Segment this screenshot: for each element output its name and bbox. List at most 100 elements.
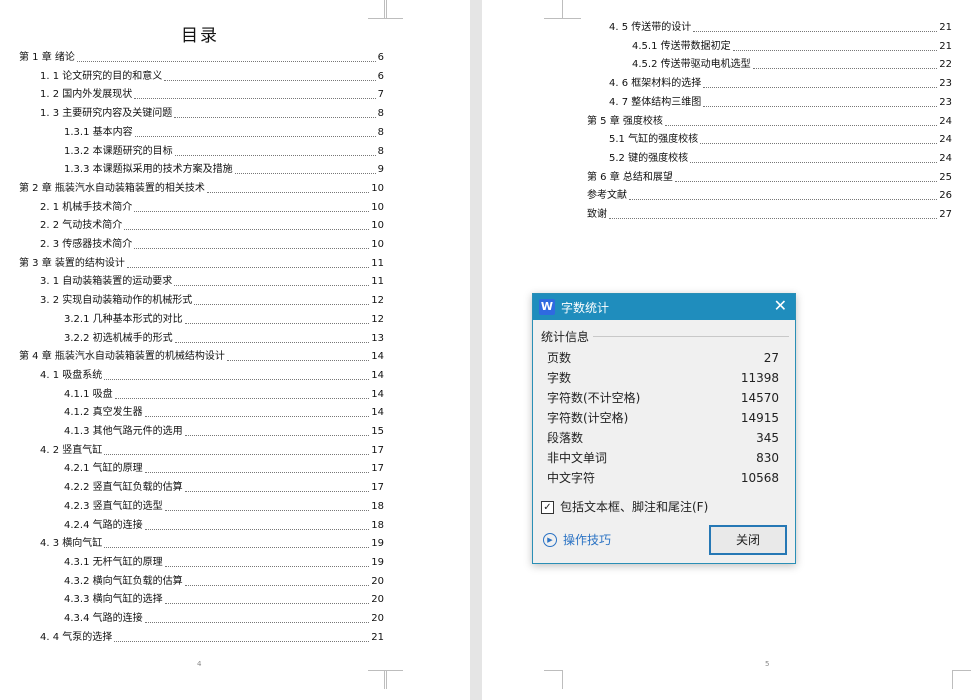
toc-entry-page: 10 [371,239,384,250]
toc-entry[interactable]: 1. 3 主要研究内容及关键问题 8 [40,107,384,121]
toc-entry[interactable]: 4.2.1 气缸的原理 17 [64,462,384,476]
dot-leader [76,61,376,62]
toc-entry-page: 6 [377,70,384,82]
toc-entry[interactable]: 4. 7 整体结构三维图 23 [609,96,952,110]
toc-entry[interactable]: 1.3.2 本课题研究的目标 8 [64,145,384,159]
toc-entry[interactable]: 4.2.2 竖直气缸负载的估算 17 [64,481,384,495]
include-checkbox[interactable]: ✓ [541,500,554,514]
toc-entry[interactable]: 参考文献 26 [587,189,952,203]
toc-entry[interactable]: 2. 1 机械手技术简介 10 [40,201,384,215]
toc-entry-title: 1.3.2 本课题研究的目标 [64,145,173,157]
toc-entry[interactable]: 2. 2 气动技术简介 10 [40,219,384,233]
crop-mark [544,670,563,689]
toc-entry-page: 26 [939,190,952,202]
toc-entry[interactable]: 4. 2 竖直气缸 17 [40,444,384,458]
toc-entry[interactable]: 1. 2 国内外发展现状 7 [40,88,384,102]
toc-entry[interactable]: 4. 1 吸盘系统 14 [40,369,384,383]
toc-entry-title: 4.3.3 横向气缸的选择 [64,594,163,606]
toc-entry[interactable]: 1.3.1 基本内容 8 [64,126,384,140]
toc-entry[interactable]: 4.2.3 竖直气缸的选型 18 [64,500,384,514]
toc-entry[interactable]: 3. 1 自动装箱装置的运动要求 11 [40,275,384,289]
toc-entry[interactable]: 4. 6 框架材料的选择 23 [609,77,952,91]
toc-entry[interactable]: 第 4 章 瓶装汽水自动装箱装置的机械结构设计 14 [19,350,384,364]
toc-entry-page: 17 [371,482,384,494]
toc-entry-title: 4. 6 框架材料的选择 [609,78,702,90]
toc-entry[interactable]: 4.1.1 吸盘 14 [64,388,384,402]
toc-entry-page: 10 [371,182,384,194]
toc-entry-title: 5.1 气缸的强度校核 [609,134,699,146]
toc-entry[interactable]: 1. 1 论文研究的目的和意义 6 [40,70,384,84]
toc-entry[interactable]: 4. 4 气泵的选择 21 [40,631,384,645]
dot-leader [144,472,370,474]
toc-entry[interactable]: 4.3.1 无杆气缸的原理 19 [64,556,384,570]
toc-entry[interactable]: 2. 3 传感器技术简介 10 [40,238,384,252]
toc-entry[interactable]: 3.2.1 几种基本形式的对比 12 [64,313,384,327]
toc-entry-title: 4.2.3 竖直气缸的选型 [64,500,163,512]
toc-entry[interactable]: 4.1.2 真空发生器 14 [64,406,384,420]
toc-entry[interactable]: 第 2 章 瓶装汽水自动装箱装置的相关技术 10 [19,182,384,196]
dot-leader [732,49,938,51]
toc-entry-page: 8 [377,108,384,120]
toc-entry[interactable]: 第 3 章 装置的结构设计 11 [19,257,384,271]
dot-leader [104,547,370,549]
close-button[interactable]: 关闭 [709,525,787,555]
toc-entry[interactable]: 4. 5 传送带的设计 21 [609,21,952,35]
toc-entry[interactable]: 第 6 章 总结和展望 25 [587,171,952,185]
toc-entry-title: 3. 1 自动装箱装置的运动要求 [40,276,173,288]
stat-value: 11398 [740,371,779,385]
toc-entry-page: 27 [939,209,952,220]
dot-leader [194,304,370,306]
toc-entry[interactable]: 4.3.3 横向气缸的选择 20 [64,593,384,607]
toc-entry-page: 17 [371,444,384,456]
toc-entry[interactable]: 4. 3 横向气缸 19 [40,537,384,551]
toc-entry-title: 4. 2 竖直气缸 [40,444,103,456]
toc-entry-page: 21 [939,40,952,52]
crop-mark [952,670,971,689]
page-number: 4 [197,660,202,668]
toc-entry[interactable]: 3. 2 实现自动装箱动作的机械形式 12 [40,294,384,308]
page-gutter [470,0,482,700]
toc-entry[interactable]: 致谢 27 [587,208,952,222]
tips-link[interactable]: ▶ 操作技巧 [543,531,611,548]
toc-entry[interactable]: 4.1.3 其他气路元件的选用 15 [64,425,384,439]
close-icon[interactable]: ✕ [774,297,787,315]
toc-entry[interactable]: 4.3.2 横向气缸负载的估算 20 [64,575,384,589]
dot-leader [184,584,370,586]
dot-leader [184,491,370,493]
toc-entry[interactable]: 4.5.1 传送带数据初定 21 [632,40,952,54]
toc-entry-title: 4.3.4 气路的连接 [64,613,143,624]
toc-entry[interactable]: 5.1 气缸的强度校核 24 [609,133,952,147]
toc-entry-page: 11 [371,257,384,269]
toc-entry-page: 8 [377,145,384,157]
stat-row-words: 字数 11398 [547,368,779,388]
toc-entry-title: 4.5.1 传送带数据初定 [632,40,731,52]
toc-entry[interactable]: 3.2.2 初选机械手的形式 13 [64,332,384,346]
section-divider [593,336,789,337]
toc-entry[interactable]: 1.3.3 本课题拟采用的技术方案及措施 9 [64,163,384,177]
dot-leader [174,341,370,343]
dot-leader [693,31,938,32]
toc-entry[interactable]: 4.5.2 传送带驱动电机选型 22 [632,58,952,72]
toc-entry-page: 24 [939,152,952,164]
toc-entry-title: 4.2.4 气路的连接 [64,519,143,531]
dot-leader [174,154,376,156]
toc-entry[interactable]: 第 1 章 绪论 6 [19,51,384,65]
dialog-titlebar[interactable]: W 字数统计 ✕ [533,294,795,320]
toc-entry-title: 参考文献 [587,190,627,202]
dot-leader [206,191,370,193]
toc-entry-page: 10 [371,201,384,213]
wps-writer-icon: W [539,299,555,315]
toc-entry[interactable]: 4.3.4 气路的连接 20 [64,612,384,626]
include-textboxes-option[interactable]: ✓ 包括文本框、脚注和尾注(F) [541,499,708,515]
toc-entry[interactable]: 第 5 章 强度校核 24 [587,115,952,129]
toc-entry-page: 22 [939,59,952,71]
toc-entry[interactable]: 5.2 键的强度校核 24 [609,152,952,166]
toc-entry-page: 14 [371,388,384,400]
dot-leader [114,397,370,399]
checkbox-label: 包括文本框、脚注和尾注(F) [560,500,709,514]
dot-leader [752,68,938,70]
toc-entry-page: 20 [371,594,384,606]
toc-entry-title: 第 2 章 瓶装汽水自动装箱装置的相关技术 [19,182,205,194]
toc-entry[interactable]: 4.2.4 气路的连接 18 [64,519,384,533]
toc-entry-title: 3.2.1 几种基本形式的对比 [64,313,183,325]
